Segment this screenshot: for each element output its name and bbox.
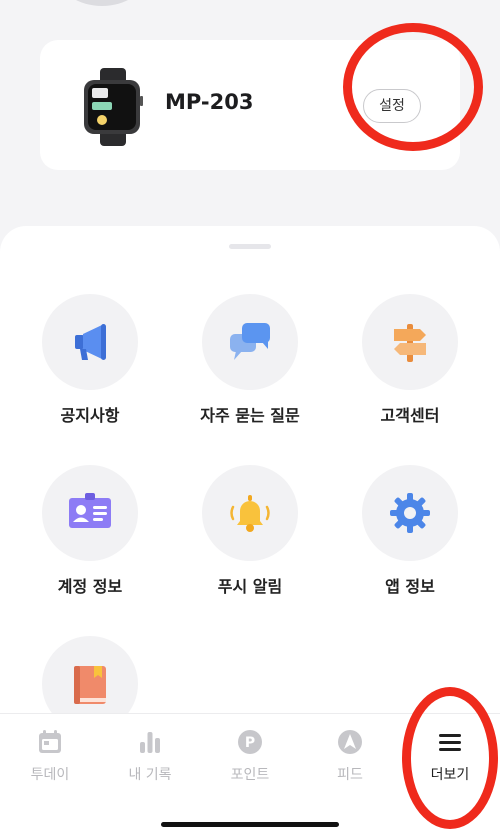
tab-label: 투데이 [30, 767, 70, 783]
tab-label: 내 기록 [128, 767, 172, 783]
menu-item-notice[interactable]: 공지사항 [10, 294, 170, 426]
bar-chart-icon [140, 732, 160, 753]
points-icon: P [238, 730, 262, 754]
id-card-icon [69, 493, 111, 528]
bottom-tab-bar: 투데이 내 기록 P 포인트 피드 더보기 [0, 713, 500, 838]
gear-icon [390, 493, 430, 533]
tab-today[interactable]: 투데이 [0, 728, 100, 784]
smartwatch-icon [84, 68, 143, 146]
tab-feed[interactable]: 피드 [300, 728, 400, 784]
menu-item-faq[interactable]: 자주 묻는 질문 [170, 294, 330, 426]
tab-more[interactable]: 더보기 [400, 728, 500, 784]
menu-item-account-info[interactable]: 계정 정보 [10, 465, 170, 597]
device-card[interactable]: MP-203 설정 [40, 40, 460, 170]
svg-text:P: P [245, 735, 255, 751]
tab-label: 더보기 [430, 767, 470, 783]
bell-icon [230, 495, 270, 532]
tab-label: 포인트 [230, 767, 270, 783]
menu-item-customer-center[interactable]: 고객센터 [330, 294, 490, 426]
book-icon [74, 666, 106, 704]
menu-label: 계정 정보 [57, 577, 123, 596]
feed-icon [338, 730, 362, 754]
device-name: MP-203 [165, 90, 254, 114]
menu-item-app-info[interactable]: 앱 정보 [330, 465, 490, 597]
menu-item-push-notifications[interactable]: 푸시 알림 [170, 465, 330, 597]
calendar-icon [39, 730, 61, 753]
menu-label: 푸시 알림 [217, 577, 283, 596]
home-indicator [161, 822, 339, 827]
tab-label: 피드 [337, 767, 363, 783]
chat-bubbles-icon [230, 323, 270, 360]
menu-label: 공지사항 [60, 406, 120, 425]
signpost-icon [394, 324, 426, 362]
tab-my-records[interactable]: 내 기록 [100, 728, 200, 784]
menu-label: 자주 묻는 질문 [200, 406, 300, 425]
menu-label: 고객센터 [380, 406, 440, 425]
sheet-handle[interactable] [229, 244, 271, 249]
menu-label: 앱 정보 [385, 577, 435, 596]
menu-icon [439, 734, 461, 751]
profile-avatar[interactable] [58, 0, 146, 6]
megaphone-icon [75, 324, 106, 360]
device-settings-button[interactable]: 설정 [363, 89, 421, 123]
tab-points[interactable]: P 포인트 [200, 728, 300, 784]
